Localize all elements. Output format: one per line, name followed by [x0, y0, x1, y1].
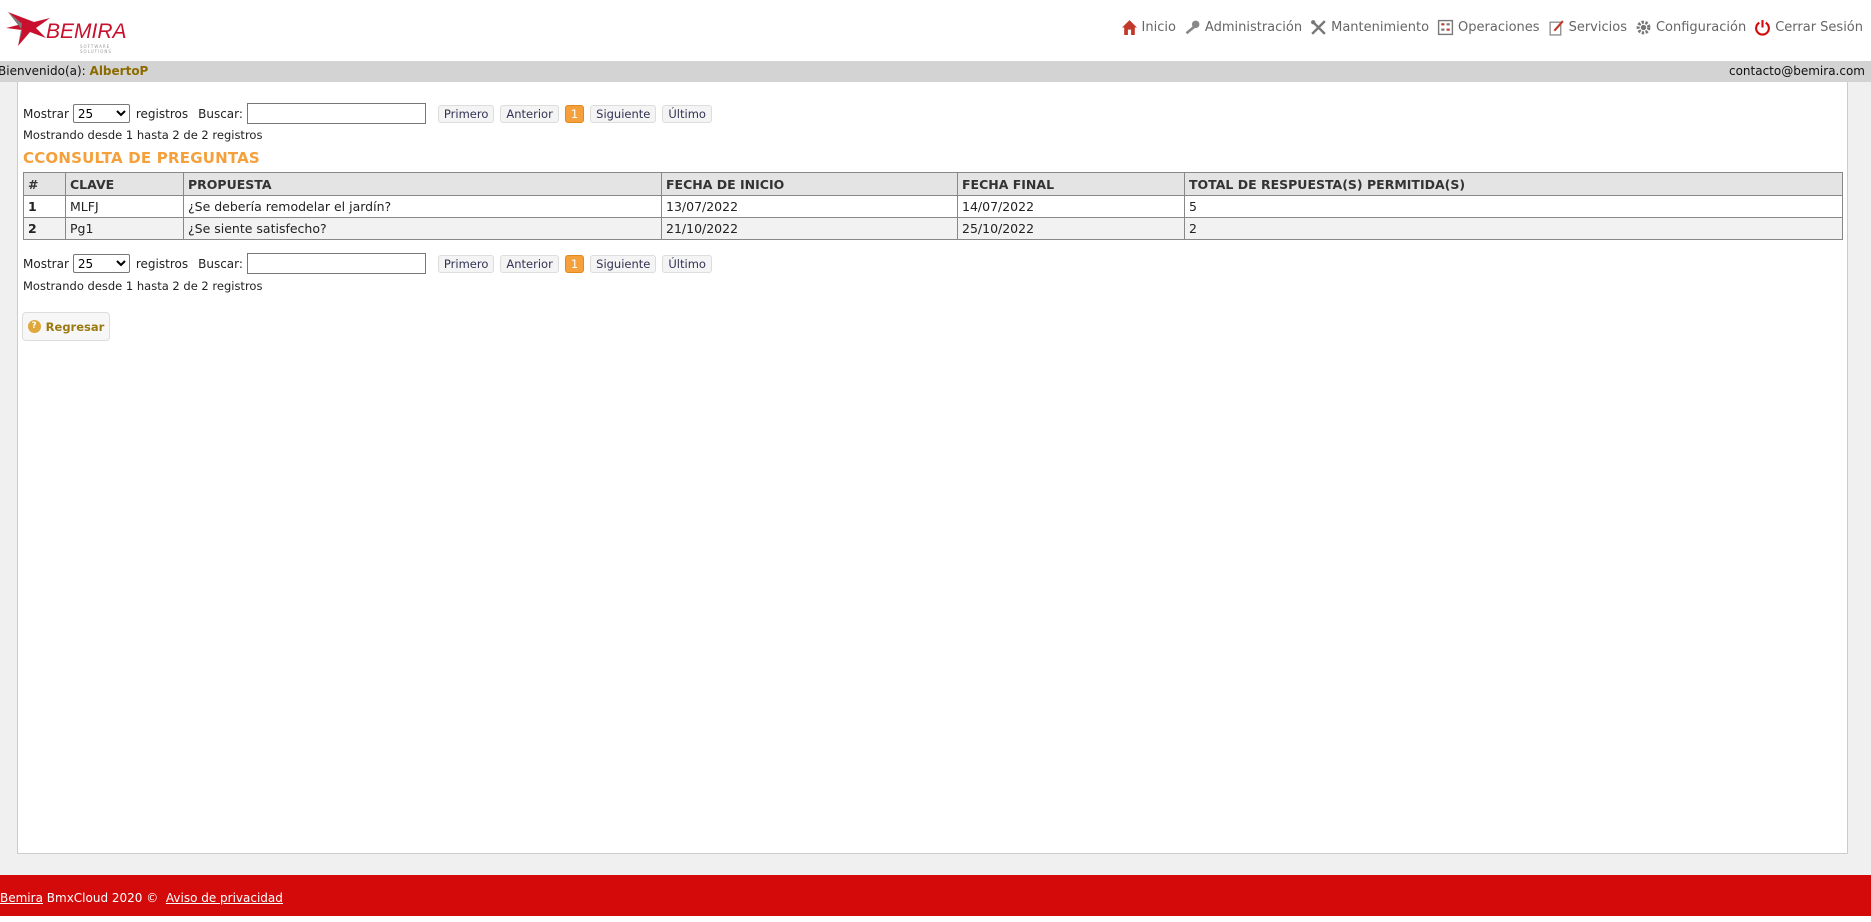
footer: Bemira BmxCloud 2020 © Aviso de privacid…: [0, 875, 1871, 916]
nav-cerrar-sesion-label: Cerrar Sesión: [1775, 20, 1863, 35]
edit-icon: [1549, 20, 1564, 36]
records-label: registros: [135, 106, 189, 121]
col-header-fecha-inicio[interactable]: FECHA DE INICIO: [661, 172, 958, 196]
key-icon: [1185, 20, 1200, 35]
footer-brand-link[interactable]: Bemira: [0, 891, 43, 905]
nav-mantenimiento-label: Mantenimiento: [1331, 20, 1430, 35]
last-page-button[interactable]: Último: [662, 104, 712, 123]
search-input[interactable]: [246, 103, 426, 124]
nav-operaciones[interactable]: Operaciones: [1437, 19, 1540, 36]
main-nav: Inicio Administración Mantenimiento Oper…: [1113, 19, 1863, 36]
privacy-link[interactable]: Aviso de privacidad: [166, 891, 283, 905]
gear-icon: [1636, 20, 1651, 35]
questions-table: # CLAVE PROPUESTA FECHA DE INICIO FECHA …: [23, 172, 1843, 240]
records-info: Mostrando desde 1 hasta 2 de 2 registros: [23, 128, 263, 142]
nav-administracion[interactable]: Administración: [1184, 19, 1302, 36]
cell-number: 1: [23, 195, 66, 218]
logo-wordmark: BEMIRA: [46, 20, 127, 43]
next-page-button[interactable]: Siguiente: [590, 104, 657, 123]
prev-page-button[interactable]: Anterior: [500, 254, 559, 273]
col-header-total-respuestas[interactable]: TOTAL DE RESPUESTA(S) PERMITIDA(S): [1184, 172, 1843, 196]
table-row[interactable]: 2 Pg1 ¿Se siente satisfecho? 21/10/2022 …: [23, 217, 1843, 240]
nav-configuracion[interactable]: Configuración: [1635, 19, 1746, 36]
question-icon: ?: [27, 320, 41, 333]
col-header-propuesta[interactable]: PROPUESTA: [183, 172, 662, 196]
tools-icon: [1311, 20, 1326, 35]
nav-inicio[interactable]: Inicio: [1121, 19, 1176, 36]
content-panel: Mostrar 25 registros Buscar: Primero Ant…: [17, 82, 1848, 854]
table-header-row: # CLAVE PROPUESTA FECHA DE INICIO FECHA …: [23, 172, 1843, 196]
col-header-number[interactable]: #: [23, 172, 66, 196]
welcome-bar: Bienvenido(a): AlbertoP contacto@bemira.…: [0, 61, 1871, 82]
nav-cerrar-sesion[interactable]: Cerrar Sesión: [1754, 19, 1863, 36]
search-input[interactable]: [246, 253, 426, 274]
table-row[interactable]: 1 MLFJ ¿Se debería remodelar el jardín? …: [23, 195, 1843, 218]
cell-fecha-final: 25/10/2022: [957, 217, 1185, 240]
contact-email: contacto@bemira.com: [1728, 64, 1865, 78]
bemira-logo[interactable]: BEMIRA SOFTWARE SOLUTIONS: [6, 8, 136, 54]
welcome-user: AlbertoP: [89, 64, 149, 78]
page-1-button[interactable]: 1: [564, 254, 585, 273]
welcome-prefix: Bienvenido(a):: [0, 64, 86, 78]
search-label: Buscar:: [198, 106, 243, 121]
top-header: BEMIRA SOFTWARE SOLUTIONS Inicio Adminis…: [0, 0, 1871, 60]
logo-tagline: SOFTWARE SOLUTIONS: [80, 44, 112, 54]
cell-number: 2: [23, 217, 66, 240]
last-page-button[interactable]: Último: [662, 254, 712, 273]
nav-administracion-label: Administración: [1204, 20, 1303, 35]
col-header-fecha-final[interactable]: FECHA FINAL: [957, 172, 1185, 196]
next-page-button[interactable]: Siguiente: [590, 254, 657, 273]
welcome-text: Bienvenido(a): AlbertoP: [0, 61, 148, 82]
show-label: Mostrar: [23, 256, 69, 271]
prev-page-button[interactable]: Anterior: [500, 104, 559, 123]
page-size-select[interactable]: 25: [72, 104, 130, 123]
page-size-select[interactable]: 25: [72, 254, 130, 273]
cell-total-respuestas: 2: [1184, 217, 1843, 240]
nav-mantenimiento[interactable]: Mantenimiento: [1310, 19, 1429, 36]
cell-fecha-final: 14/07/2022: [957, 195, 1185, 218]
content-area: Mostrar 25 registros Buscar: Primero Ant…: [0, 82, 1871, 875]
records-label: registros: [135, 256, 189, 271]
nav-inicio-label: Inicio: [1141, 20, 1176, 35]
col-header-clave[interactable]: CLAVE: [65, 172, 184, 196]
first-page-button[interactable]: Primero: [437, 254, 495, 273]
show-label: Mostrar: [23, 106, 69, 121]
home-icon: [1121, 20, 1137, 35]
footer-copyright: BmxCloud 2020 ©: [46, 891, 159, 905]
back-button-label: Regresar: [45, 319, 105, 334]
bottom-pagination-controls: Mostrar 25 registros Buscar: Primero Ant…: [23, 253, 718, 274]
cell-fecha-inicio: 13/07/2022: [661, 195, 958, 218]
search-label: Buscar:: [198, 256, 243, 271]
nav-servicios-label: Servicios: [1568, 20, 1627, 35]
page-title: CCONSULTA DE PREGUNTAS: [23, 149, 260, 167]
nav-servicios[interactable]: Servicios: [1548, 19, 1627, 36]
power-icon: [1755, 20, 1771, 36]
calculator-icon: [1437, 19, 1454, 36]
nav-operaciones-label: Operaciones: [1458, 20, 1540, 35]
first-page-button[interactable]: Primero: [437, 104, 495, 123]
cell-total-respuestas: 5: [1184, 195, 1843, 218]
top-pagination-controls: Mostrar 25 registros Buscar: Primero Ant…: [23, 103, 718, 124]
records-info: Mostrando desde 1 hasta 2 de 2 registros: [23, 279, 263, 293]
page-1-button[interactable]: 1: [564, 104, 585, 123]
cell-propuesta: ¿Se siente satisfecho?: [183, 217, 662, 240]
nav-configuracion-label: Configuración: [1655, 20, 1747, 35]
cell-propuesta: ¿Se debería remodelar el jardín?: [183, 195, 662, 218]
back-button[interactable]: ? Regresar: [22, 312, 110, 341]
cell-clave: Pg1: [65, 217, 184, 240]
logo-star-icon: [6, 12, 50, 46]
cell-clave: MLFJ: [65, 195, 184, 218]
cell-fecha-inicio: 21/10/2022: [661, 217, 958, 240]
